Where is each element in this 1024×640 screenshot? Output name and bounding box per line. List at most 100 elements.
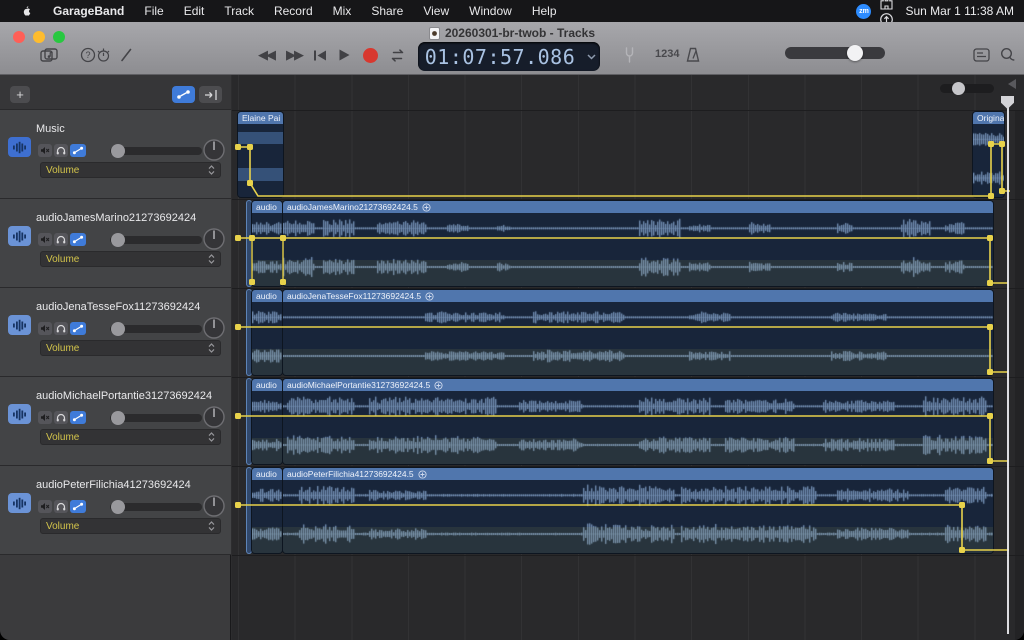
menu-help[interactable]: Help [522, 4, 567, 18]
region[interactable]: audio [252, 379, 282, 464]
region-header[interactable]: audioJamesMarino21273692424.5 [283, 201, 993, 213]
region[interactable]: audioJenaTesseFox11273692424.5 [283, 290, 993, 375]
lcd-chevron-down-icon[interactable] [582, 54, 600, 60]
automation-parameter-select[interactable]: Volume [40, 429, 221, 445]
region-header[interactable]: audioJenaTesseFox11273692424.5 [283, 290, 993, 302]
track-volume-knob[interactable] [111, 144, 125, 158]
track-speaker-icon[interactable] [8, 493, 31, 513]
region-header[interactable]: audio [252, 201, 282, 213]
automation-toggle-button[interactable] [70, 322, 86, 335]
region[interactable]: audio [252, 468, 282, 553]
tuning-fork-icon[interactable] [616, 44, 642, 66]
track-header-2[interactable]: audioJamesMarino21273692424Volume [0, 199, 231, 288]
automation-toggle-button[interactable] [70, 500, 86, 513]
automation-toggle-button[interactable] [70, 233, 86, 246]
zoom-slider[interactable] [940, 84, 994, 93]
library-icon[interactable] [36, 44, 62, 66]
region-sliver[interactable] [247, 468, 251, 553]
track-volume-slider[interactable] [110, 503, 202, 511]
region[interactable]: audio [252, 201, 282, 286]
playhead-line[interactable] [1007, 98, 1009, 634]
track-volume-knob[interactable] [111, 500, 125, 514]
region[interactable]: Elaine Pai [238, 112, 283, 197]
track-volume-knob[interactable] [111, 322, 125, 336]
region-header[interactable]: Elaine Pai [238, 112, 283, 124]
smart-controls-icon[interactable] [968, 44, 994, 66]
pencil-icon[interactable] [113, 44, 139, 66]
solo-button[interactable] [54, 500, 68, 513]
zoom-slider-knob[interactable] [952, 82, 965, 95]
mute-button[interactable] [38, 500, 52, 513]
track-name[interactable]: audioPeterFilichia41273692424 [36, 479, 191, 491]
master-volume-knob[interactable] [847, 45, 863, 61]
vertical-scrollbar[interactable] [1015, 110, 1024, 640]
metronome-icon[interactable] [680, 44, 706, 66]
menu-record[interactable]: Record [264, 4, 323, 18]
track-volume-knob[interactable] [111, 233, 125, 247]
region-sliver[interactable] [247, 290, 251, 375]
automation-toggle-button[interactable] [70, 411, 86, 424]
region[interactable]: audioMichaelPortantie31273692424.5 [283, 379, 993, 464]
solo-button[interactable] [54, 322, 68, 335]
track-speaker-icon[interactable] [8, 137, 31, 157]
pan-knob[interactable] [203, 406, 225, 428]
region-header[interactable]: audio [252, 290, 282, 302]
menu-share[interactable]: Share [361, 4, 413, 18]
menu-clock[interactable]: Sun Mar 1 11:38 AM [901, 4, 1014, 18]
loop-browser-icon[interactable] [994, 44, 1020, 66]
menu-track[interactable]: Track [214, 4, 264, 18]
region[interactable]: audio [252, 290, 282, 375]
mute-button[interactable] [38, 411, 52, 424]
menu-window[interactable]: Window [459, 4, 522, 18]
lcd-display[interactable]: 01:07:57.086 [418, 42, 600, 71]
region-sliver[interactable] [247, 201, 251, 286]
track-speaker-icon[interactable] [8, 226, 31, 246]
cycle-button[interactable] [384, 44, 410, 66]
region-sliver[interactable] [247, 379, 251, 464]
rewind-button[interactable]: ◀◀ [253, 44, 279, 66]
menu-edit[interactable]: Edit [174, 4, 215, 18]
pan-knob[interactable] [203, 317, 225, 339]
add-track-button[interactable]: + [10, 86, 30, 103]
zoom-app-icon[interactable]: zm [855, 3, 872, 19]
menu-mix[interactable]: Mix [323, 4, 362, 18]
region-header[interactable]: audio [252, 468, 282, 480]
track-header-3[interactable]: audioJenaTesseFox11273692424Volume [0, 288, 231, 377]
track-name[interactable]: Music [36, 123, 65, 135]
pan-knob[interactable] [203, 139, 225, 161]
menu-file[interactable]: File [134, 4, 173, 18]
region-header[interactable]: audio [252, 379, 282, 391]
region-header[interactable]: audioMichaelPortantie31273692424.5 [283, 379, 993, 391]
apple-menu[interactable] [10, 4, 43, 19]
track-header-1[interactable]: Music Volume [0, 110, 231, 199]
menu-garageband[interactable]: GarageBand [43, 4, 134, 18]
pan-knob[interactable] [203, 495, 225, 517]
go-to-beginning-button[interactable] [307, 44, 333, 66]
track-speaker-icon[interactable] [8, 404, 31, 424]
region-header[interactable]: Original [973, 112, 1004, 124]
mute-button[interactable] [38, 144, 52, 157]
automation-parameter-select[interactable]: Volume [40, 251, 221, 267]
menu-view[interactable]: View [413, 4, 459, 18]
track-volume-slider[interactable] [110, 147, 202, 155]
track-volume-slider[interactable] [110, 325, 202, 333]
region[interactable]: Original [973, 112, 1004, 197]
pan-knob[interactable] [203, 228, 225, 250]
track-volume-slider[interactable] [110, 414, 202, 422]
solo-button[interactable] [54, 233, 68, 246]
region[interactable]: audioJamesMarino21273692424.5 [283, 201, 993, 286]
play-button[interactable] [331, 44, 357, 66]
region-header[interactable]: audioPeterFilichia41273692424.5 [283, 468, 993, 480]
track-volume-knob[interactable] [111, 411, 125, 425]
solo-button[interactable] [54, 411, 68, 424]
track-name[interactable]: audioJenaTesseFox11273692424 [36, 301, 200, 313]
track-name[interactable]: audioMichaelPortantie31273692424 [36, 390, 212, 402]
master-volume-slider[interactable] [785, 47, 885, 59]
automation-toggle-button[interactable] [70, 144, 86, 157]
track-header-5[interactable]: audioPeterFilichia41273692424Volume [0, 466, 231, 555]
ruler-collapse-arrow-icon[interactable] [1008, 79, 1016, 89]
track-speaker-icon[interactable] [8, 315, 31, 335]
record-button[interactable] [357, 44, 383, 66]
automation-parameter-select[interactable]: Volume [40, 162, 221, 178]
count-in-button[interactable]: 1234 [655, 48, 679, 60]
